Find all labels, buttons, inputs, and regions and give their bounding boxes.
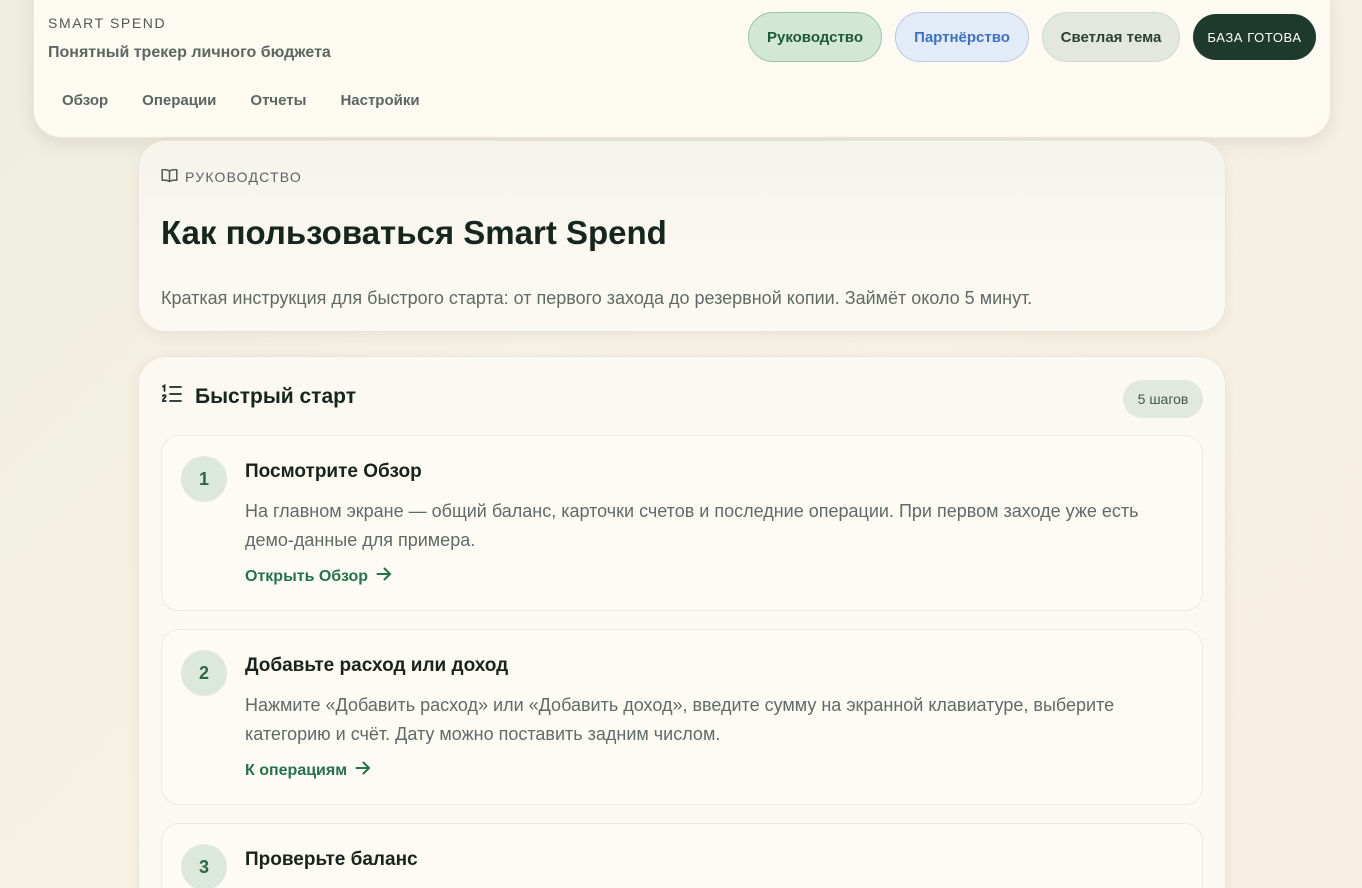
partnership-button[interactable]: Партнёрство — [895, 12, 1029, 62]
step-number: 1 — [181, 456, 227, 502]
guide-button[interactable]: Руководство — [748, 12, 882, 62]
quick-start-title: Быстрый старт — [195, 384, 356, 408]
step-card: 3 Проверьте баланс — [161, 823, 1203, 888]
step-title: Проверьте баланс — [245, 849, 418, 870]
step-card: 2 Добавьте расход или доход Нажмите «Доб… — [161, 629, 1203, 805]
steps-count-badge: 5 шагов — [1123, 380, 1203, 418]
step-title: Добавьте расход или доход — [245, 655, 509, 676]
guide-kicker-label: РУКОВОДСТВО — [185, 169, 302, 185]
step-link-label: Открыть Обзор — [245, 567, 369, 585]
arrow-right-icon — [368, 567, 392, 586]
main-nav: Обзор Операции Отчеты Настройки — [62, 92, 454, 109]
nav-item-reports[interactable]: Отчеты — [250, 92, 306, 109]
quick-start-card: Быстрый старт 5 шагов 1 Посмотрите Обзор… — [138, 356, 1226, 888]
book-icon — [161, 168, 185, 186]
step-link-label: К операциям — [245, 761, 348, 779]
app-header: SMART SPEND Понятный трекер личного бюдж… — [33, 0, 1331, 138]
page-description: Краткая инструкция для быстрого старта: … — [161, 288, 1033, 308]
nav-item-settings[interactable]: Настройки — [340, 92, 419, 109]
open-overview-link[interactable]: Открыть Обзор — [245, 567, 392, 586]
header-actions: Руководство Партнёрство Светлая тема БАЗ… — [735, 12, 1316, 62]
page-title: Как пользоваться Smart Spend — [161, 214, 667, 251]
guide-kicker: РУКОВОДСТВО — [161, 168, 302, 186]
arrow-right-icon — [347, 761, 371, 780]
step-number: 3 — [181, 844, 227, 888]
brand-tagline: Понятный трекер личного бюджета — [48, 44, 331, 61]
step-description: На главном экране — общий баланс, карточ… — [245, 501, 1139, 550]
nav-item-operations[interactable]: Операции — [142, 92, 216, 109]
db-status-badge: БАЗА ГОТОВА — [1193, 14, 1316, 60]
nav-item-overview[interactable]: Обзор — [62, 92, 108, 109]
brand-name[interactable]: SMART SPEND — [48, 15, 166, 31]
theme-toggle-button[interactable]: Светлая тема — [1042, 12, 1180, 62]
go-to-operations-link[interactable]: К операциям — [245, 761, 371, 780]
step-card: 1 Посмотрите Обзор На главном экране — о… — [161, 435, 1203, 611]
step-description: Нажмите «Добавить расход» или «Добавить … — [245, 695, 1115, 744]
numbered-list-icon — [161, 383, 195, 409]
step-title: Посмотрите Обзор — [245, 461, 422, 482]
step-number: 2 — [181, 650, 227, 696]
guide-intro-card: РУКОВОДСТВО Как пользоваться Smart Spend… — [138, 140, 1226, 332]
quick-start-header: Быстрый старт — [161, 383, 356, 409]
